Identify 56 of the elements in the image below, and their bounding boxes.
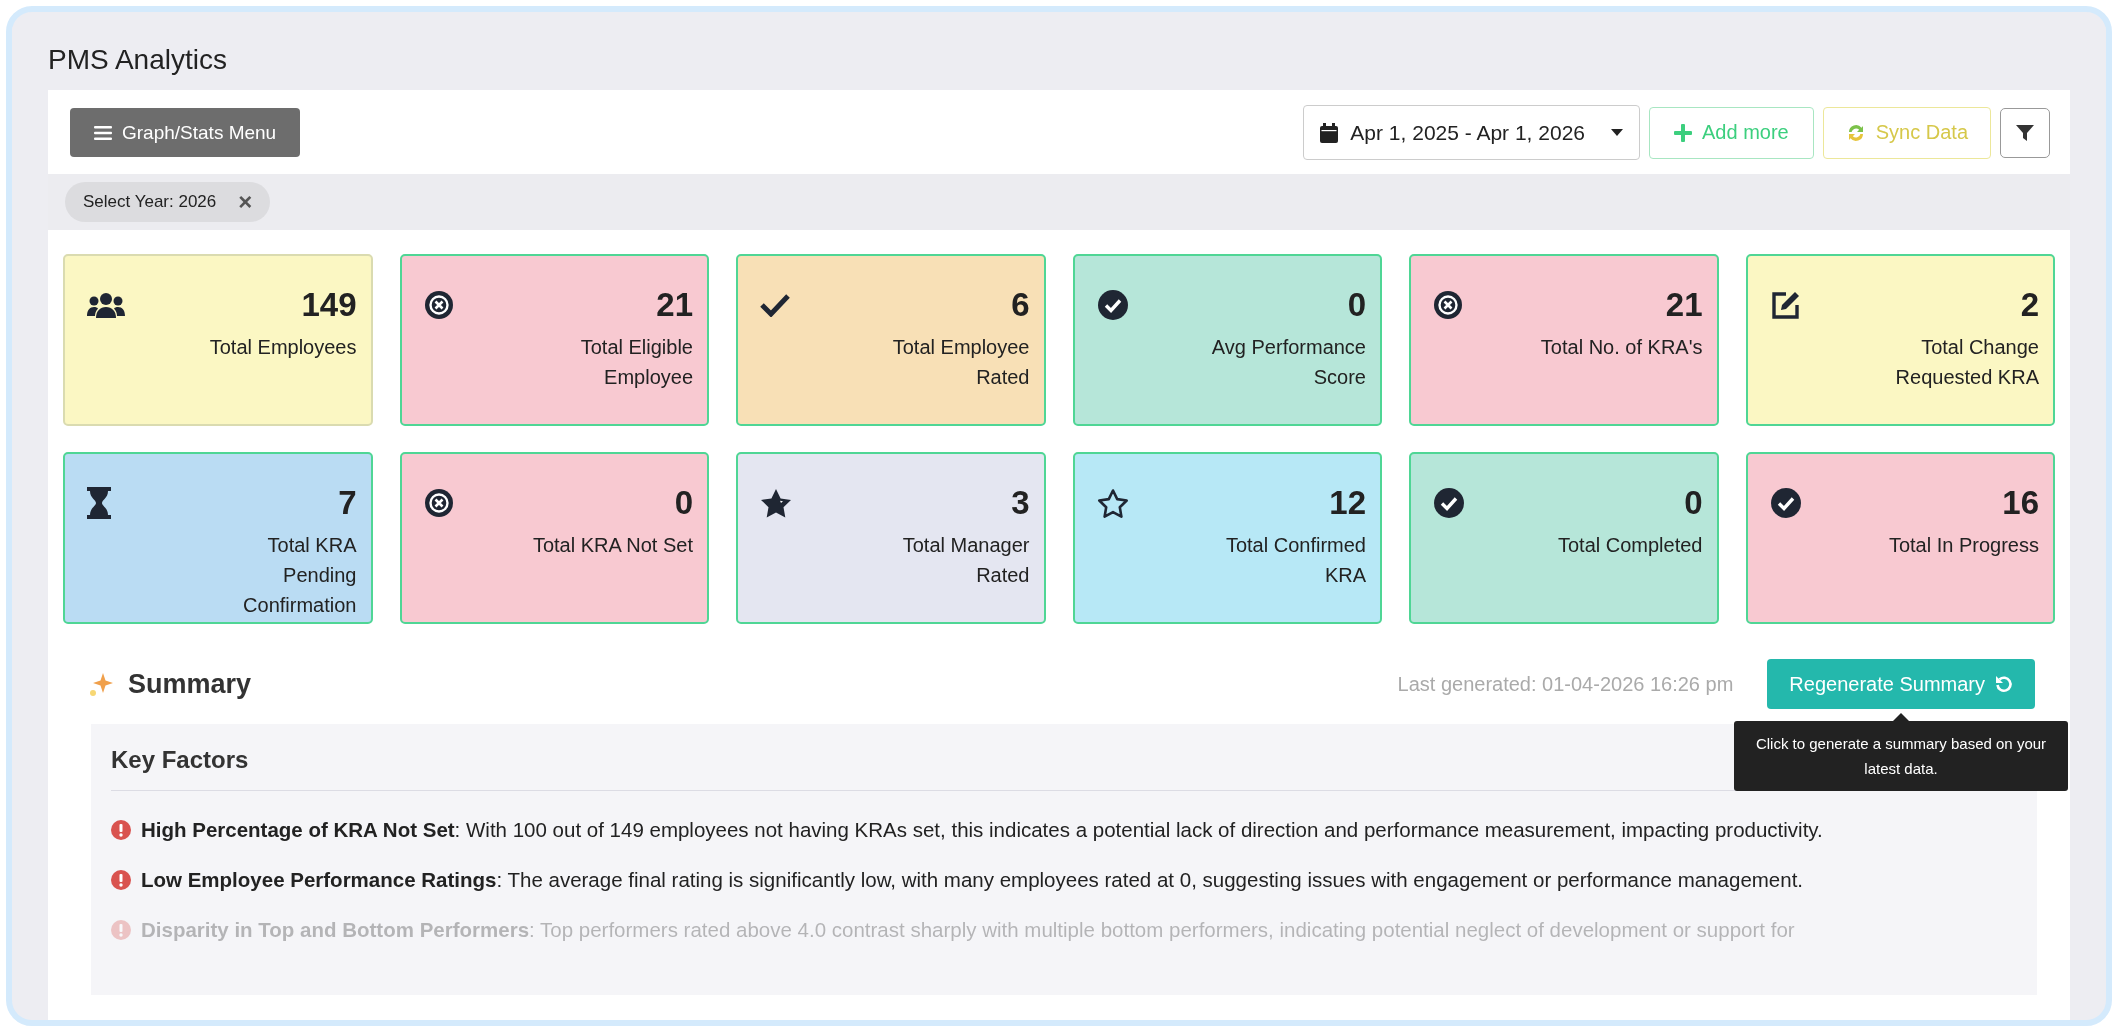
star-icon bbox=[760, 488, 792, 518]
check-circle-icon bbox=[1433, 487, 1465, 519]
stat-value: 7 bbox=[338, 484, 357, 522]
calendar-icon bbox=[1320, 122, 1339, 143]
chip-label: Select Year: 2026 bbox=[83, 192, 217, 212]
plus-icon bbox=[1674, 123, 1692, 142]
filter-button[interactable] bbox=[2000, 107, 2050, 158]
stat-value: 0 bbox=[674, 484, 693, 522]
refresh-icon bbox=[1995, 675, 2013, 693]
alert-icon bbox=[111, 870, 131, 890]
stat-value: 2 bbox=[2020, 286, 2039, 324]
stat-label: Total Eligible Employee bbox=[579, 335, 693, 390]
users-icon bbox=[87, 292, 125, 318]
check-icon bbox=[760, 293, 790, 317]
hourglass-icon bbox=[87, 487, 111, 519]
filter-icon bbox=[2016, 123, 2034, 142]
stat-value: 0 bbox=[1347, 286, 1366, 324]
x-circle-icon bbox=[1433, 290, 1463, 320]
key-factor-text: Low Employee Performance Ratings: The average final rating is significantly low, with many employees rated at 0, suggesting issues with engagement or performance management. bbox=[141, 867, 1804, 893]
stat-label: Total Employee Rated bbox=[891, 335, 1030, 390]
stat-value: 0 bbox=[1684, 484, 1703, 522]
stat-label: Total Confirmed KRA bbox=[1224, 533, 1366, 588]
remove-chip-button[interactable]: × bbox=[238, 193, 253, 211]
x-circle-icon bbox=[423, 290, 454, 320]
stat-label: Total In Progress bbox=[1887, 533, 2039, 558]
stat-label: Total Completed bbox=[1556, 533, 1703, 558]
alert-icon bbox=[111, 920, 131, 940]
stat-value: 6 bbox=[1011, 286, 1030, 324]
last-generated-text: Last generated: 01-04-2026 16:26 pm bbox=[1397, 672, 1734, 696]
summary-title: Summary bbox=[128, 668, 252, 700]
star-outline-icon bbox=[1096, 488, 1129, 518]
check-circle-icon bbox=[1769, 487, 1802, 519]
stat-value: 16 bbox=[2002, 484, 2039, 522]
x-circle-icon bbox=[423, 488, 454, 518]
stat-label: Total Employees bbox=[208, 335, 357, 360]
stat-value: 21 bbox=[656, 286, 693, 324]
stat-label: Total Manager Rated bbox=[901, 533, 1030, 588]
check-circle-icon bbox=[1096, 289, 1129, 321]
key-factor-text: High Percentage of KRA Not Set: With 100 out of 149 employees not having KRAs set, this indicates a potential lack of direction and performance measurement, impacting productivity. bbox=[141, 817, 1823, 843]
menu-icon bbox=[94, 124, 112, 141]
stat-value: 21 bbox=[1665, 286, 1703, 324]
stat-label: Total KRA Pending Confirmation bbox=[242, 533, 357, 618]
stat-label: Avg Performance Score bbox=[1210, 335, 1366, 390]
alert-icon bbox=[111, 820, 131, 840]
stat-label: Total Change Requested KRA bbox=[1894, 335, 2039, 390]
tooltip: Click to generate a summary based on your latest data. bbox=[1734, 721, 2068, 791]
stat-value: 12 bbox=[1329, 484, 1366, 522]
key-factor-text: Disparity in Top and Bottom Performers: Top performers rated above 4.0 contrast sharply with multiple bottom performers, indicating potential neglect of development or support for bbox=[141, 917, 1795, 943]
stat-label: Total No. of KRA's bbox=[1539, 335, 1703, 360]
stat-label: Total KRA Not Set bbox=[531, 533, 693, 558]
graph-stats-menu-button[interactable]: Graph/Stats Menu bbox=[70, 108, 301, 157]
date-range-picker[interactable]: Apr 1, 2025 - Apr 1, 2026 bbox=[1303, 105, 1640, 160]
stat-value: 3 bbox=[1011, 484, 1030, 522]
edit-icon bbox=[1769, 289, 1802, 321]
stat-value: 149 bbox=[301, 286, 357, 324]
caret-icon bbox=[1611, 128, 1623, 137]
